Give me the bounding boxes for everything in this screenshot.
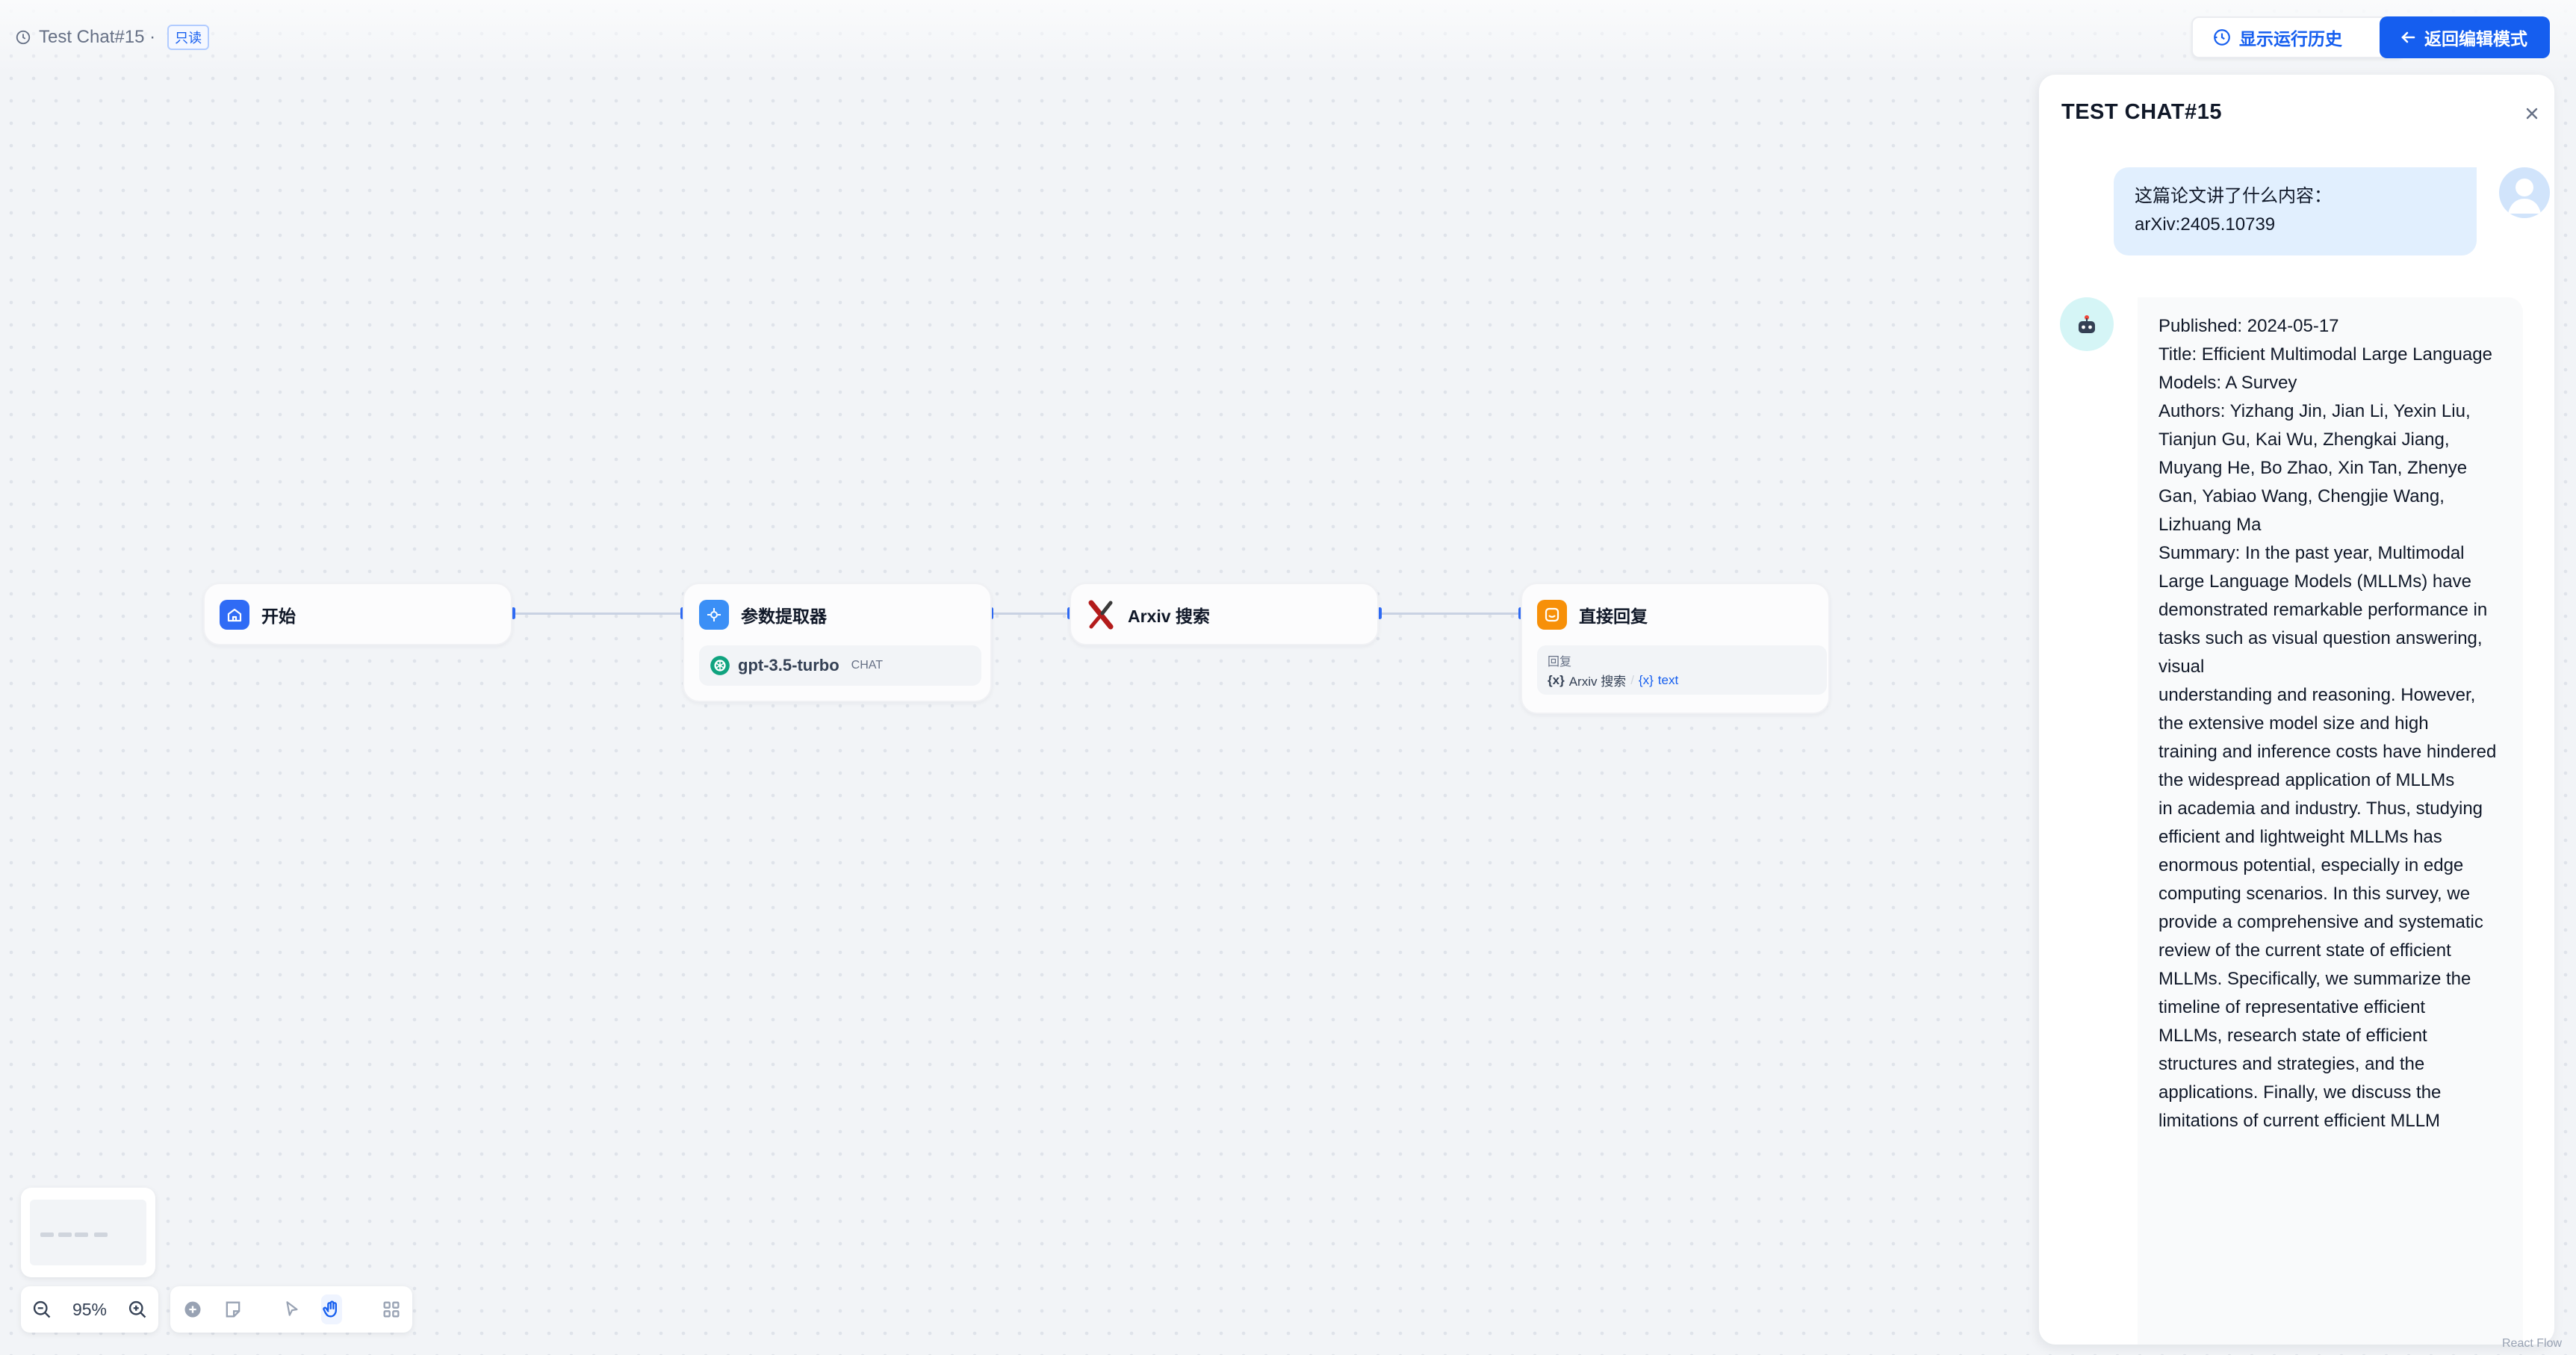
openai-icon bbox=[710, 655, 730, 676]
zoom-controls: 95% bbox=[21, 1286, 158, 1333]
minimap-node bbox=[94, 1232, 108, 1237]
model-selector[interactable]: gpt-3.5-turbo CHAT bbox=[699, 645, 981, 686]
zoom-level[interactable]: 95% bbox=[72, 1300, 107, 1320]
extractor-icon bbox=[699, 600, 729, 630]
user-message: 这篇论文讲了什么内容： arXiv:2405.10739 bbox=[2114, 167, 2477, 255]
zoom-out-icon[interactable] bbox=[31, 1299, 52, 1320]
debug-chat-panel: TEST CHAT#15 这篇论文讲了什么内容： arXiv:2405.1073… bbox=[2039, 75, 2554, 1345]
node-start[interactable]: 开始 bbox=[203, 583, 512, 645]
canvas-toolbar bbox=[170, 1286, 412, 1333]
node-arxiv-search[interactable]: Arxiv 搜索 bbox=[1070, 583, 1379, 645]
add-node-icon[interactable] bbox=[182, 1294, 203, 1324]
app-title: Test Chat#15 · 只读 bbox=[15, 22, 210, 52]
show-run-history-button[interactable]: 显示运行历史 bbox=[2191, 16, 2404, 58]
hand-icon[interactable] bbox=[321, 1294, 342, 1324]
answer-icon bbox=[1537, 600, 1567, 630]
node-direct-answer[interactable]: 直接回复 回复 {x} Arxiv 搜索 / {x} text bbox=[1521, 583, 1830, 714]
add-note-icon[interactable] bbox=[223, 1294, 243, 1324]
workflow-name: Test Chat#15 · bbox=[39, 27, 156, 47]
node-extractor-label: 参数提取器 bbox=[741, 607, 827, 626]
arxiv-icon bbox=[1086, 600, 1116, 630]
arrow-left-icon bbox=[2401, 31, 2415, 43]
model-name: gpt-3.5-turbo bbox=[738, 656, 839, 675]
back-to-edit-button[interactable]: 返回编辑模式 bbox=[2380, 16, 2550, 58]
minimap[interactable] bbox=[21, 1188, 155, 1277]
minimap-node bbox=[75, 1232, 88, 1237]
node-arxiv-label: Arxiv 搜索 bbox=[1128, 607, 1210, 626]
readonly-badge: 只读 bbox=[167, 25, 210, 50]
reply-variable-name: text bbox=[1657, 672, 1679, 687]
edge-start-extractor[interactable] bbox=[514, 613, 683, 615]
minimap-node bbox=[58, 1232, 72, 1237]
run-history-icon bbox=[2214, 29, 2230, 46]
bot-avatar-icon bbox=[2060, 297, 2114, 351]
variable-icon-blue: {x} bbox=[1638, 672, 1654, 687]
model-mode-tag: CHAT bbox=[851, 659, 884, 672]
node-answer-label: 直接回复 bbox=[1579, 607, 1648, 626]
top-bar: Test Chat#15 · 只读 显示运行历史 返回编辑模式 bbox=[0, 0, 2576, 75]
reply-variable-node: Arxiv 搜索 bbox=[1568, 675, 1627, 689]
pointer-icon[interactable] bbox=[282, 1294, 302, 1324]
chat-panel-title: TEST CHAT#15 bbox=[2061, 100, 2222, 124]
variable-icon: {x} bbox=[1548, 672, 1565, 687]
show-run-history-label: 显示运行历史 bbox=[2239, 29, 2342, 49]
node-parameter-extractor[interactable]: 参数提取器 gpt-3.5-turbo CHAT bbox=[683, 583, 992, 702]
reply-variable: {x} Arxiv 搜索 / {x} text bbox=[1548, 671, 1816, 689]
minimap-node bbox=[40, 1232, 54, 1237]
reply-label: 回复 bbox=[1548, 656, 1572, 669]
zoom-in-icon[interactable] bbox=[127, 1299, 148, 1320]
history-icon bbox=[16, 30, 31, 45]
edge-extractor-arxiv[interactable] bbox=[992, 613, 1070, 615]
reply-variable-separator: / bbox=[1630, 672, 1634, 687]
close-icon[interactable] bbox=[2523, 105, 2541, 125]
edge-arxiv-answer[interactable] bbox=[1380, 613, 1521, 615]
back-to-edit-label: 返回编辑模式 bbox=[2424, 29, 2527, 49]
user-avatar bbox=[2499, 167, 2550, 218]
node-start-label: 开始 bbox=[261, 607, 296, 626]
organize-blocks-icon[interactable] bbox=[381, 1294, 402, 1324]
react-flow-attribution[interactable]: React Flow bbox=[2502, 1337, 2562, 1351]
minimap-viewport bbox=[30, 1200, 146, 1265]
home-icon bbox=[220, 600, 249, 630]
reply-config: 回复 {x} Arxiv 搜索 / {x} text bbox=[1537, 645, 1827, 695]
bot-message: Published: 2024-05-17 Title: Efficient M… bbox=[2138, 297, 2523, 1345]
